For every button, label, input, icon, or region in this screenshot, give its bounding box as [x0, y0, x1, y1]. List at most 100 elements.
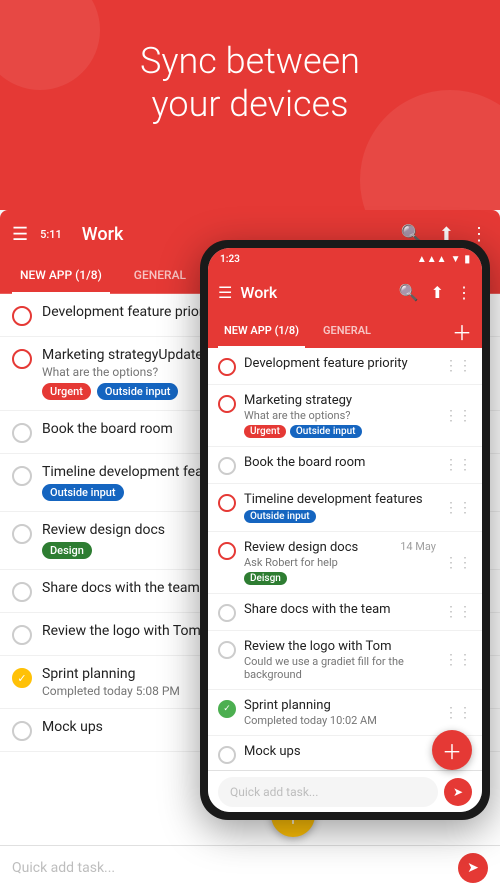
phone-fab-button[interactable]: ＋ — [432, 730, 472, 770]
phone-item-title-3: Book the board room — [244, 455, 436, 470]
phone-item-content-9: Mock ups — [244, 744, 436, 759]
tablet-tab-general[interactable]: GENERAL — [126, 258, 194, 294]
phone-item-tags-5: Deisgn — [244, 572, 436, 585]
phone-item-content-7: Review the logo with Tom Could we use a … — [244, 639, 436, 681]
phone-status-icons: ▲▲▲ ▼ ▮ — [417, 254, 470, 265]
phone-item-meta-5: Review design docs 14 May — [244, 540, 436, 555]
phone-tag-outside-2: Outside input — [290, 425, 362, 438]
phone-quick-add-input[interactable]: Quick add task... — [218, 777, 438, 807]
phone-item-date-5: 14 May — [400, 540, 436, 553]
phone-item-content-4: Timeline development features Outside in… — [244, 492, 436, 523]
tablet-tag-outside: Outside input — [97, 383, 179, 400]
tablet-quick-add-input[interactable]: Quick add task... — [12, 860, 450, 876]
tablet-send-button[interactable]: ➤ — [458, 853, 488, 883]
phone-drag-8[interactable]: ⋮⋮ — [444, 705, 472, 721]
phone-item-title-5: Review design docs — [244, 540, 358, 555]
phone-send-button[interactable]: ➤ — [444, 778, 472, 806]
phone-tab-general[interactable]: GENERAL — [317, 314, 377, 348]
phone-item-content-3: Book the board room — [244, 455, 436, 470]
phone-tag-outside-4: Outside input — [244, 510, 316, 523]
phone-item-title-7: Review the logo with Tom — [244, 639, 436, 654]
phone-item-content-8: Sprint planning Completed today 10:02 AM — [244, 698, 436, 727]
tablet-item-circle-5[interactable] — [12, 524, 32, 544]
phone-item-subtitle-5: Ask Robert for help — [244, 556, 436, 569]
phone-drag-5[interactable]: ⋮⋮ — [444, 555, 472, 571]
tablet-item-circle-4[interactable] — [12, 466, 32, 486]
phone-drag-6[interactable]: ⋮⋮ — [444, 604, 472, 620]
phone-circle-4[interactable] — [218, 494, 236, 512]
tablet-item-circle-2[interactable] — [12, 349, 32, 369]
phone-tab-add-icon[interactable]: ＋ — [452, 317, 472, 346]
tablet-item-circle-3[interactable] — [12, 423, 32, 443]
phone-status-time: 1:23 — [220, 254, 417, 265]
phone-battery-icon: ▮ — [464, 254, 470, 265]
phone-app-title: Work — [240, 283, 390, 302]
tablet-item-circle-1[interactable] — [12, 306, 32, 326]
phone-circle-8[interactable]: ✓ — [218, 700, 236, 718]
phone-list-item-8: ✓ Sprint planning Completed today 10:02 … — [208, 690, 482, 736]
phone-item-title-4: Timeline development features — [244, 492, 436, 507]
phone-tabs: NEW APP (1/8) GENERAL ＋ — [208, 314, 482, 348]
phone-item-content-1: Development feature priority — [244, 356, 436, 371]
phone-device: 1:23 ▲▲▲ ▼ ▮ ☰ Work 🔍 ⬆ ⋮ NEW APP ( — [200, 240, 490, 820]
phone-item-content-5: Review design docs 14 May Ask Robert for… — [244, 540, 436, 585]
phone-item-tags-2: Urgent Outside input — [244, 425, 436, 438]
phone-screen: 1:23 ▲▲▲ ▼ ▮ ☰ Work 🔍 ⬆ ⋮ NEW APP ( — [208, 248, 482, 812]
phone-tag-urgent-2: Urgent — [244, 425, 286, 438]
phone-drag-7[interactable]: ⋮⋮ — [444, 652, 472, 668]
phone-list-item-1: Development feature priority ⋮⋮ — [208, 348, 482, 385]
phone-more-icon[interactable]: ⋮ — [456, 283, 472, 302]
phone-share-icon[interactable]: ⬆ — [431, 283, 444, 302]
phone-item-title-8: Sprint planning — [244, 698, 436, 713]
hero-section: Sync between your devices — [0, 0, 500, 210]
phone-list-item-6: Share docs with the team ⋮⋮ — [208, 594, 482, 631]
phone-item-title-1: Development feature priority — [244, 356, 436, 371]
phone-circle-2[interactable] — [218, 395, 236, 413]
phone-circle-9[interactable] — [218, 746, 236, 764]
phone-wifi-icon: ▼ — [451, 254, 461, 265]
phone-item-subtitle-2: What are the options? — [244, 409, 436, 422]
phone-action-icons: 🔍 ⬆ ⋮ — [399, 283, 472, 302]
phone-topbar: ☰ Work 🔍 ⬆ ⋮ — [208, 270, 482, 314]
tablet-item-circle-9[interactable] — [12, 721, 32, 741]
phone-drag-3[interactable]: ⋮⋮ — [444, 457, 472, 473]
phone-circle-6[interactable] — [218, 604, 236, 622]
tablet-item-circle-7[interactable] — [12, 625, 32, 645]
phone-list-item-2: Marketing strategy What are the options?… — [208, 385, 482, 447]
phone-search-icon[interactable]: 🔍 — [399, 283, 419, 302]
tablet-status-time: 5:11 — [40, 228, 62, 241]
phone-list-item-4: Timeline development features Outside in… — [208, 484, 482, 532]
tablet-tag-urgent: Urgent — [42, 383, 91, 400]
tablet-tab-newapp[interactable]: NEW APP (1/8) — [12, 258, 110, 294]
tablet-item-circle-6[interactable] — [12, 582, 32, 602]
phone-status-bar: 1:23 ▲▲▲ ▼ ▮ — [208, 248, 482, 270]
phone-drag-1[interactable]: ⋮⋮ — [444, 358, 472, 374]
phone-list: Development feature priority ⋮⋮ Marketin… — [208, 348, 482, 770]
phone-quick-add: Quick add task... ➤ — [208, 770, 482, 812]
phone-circle-5[interactable] — [218, 542, 236, 560]
phone-list-item-7: Review the logo with Tom Could we use a … — [208, 631, 482, 690]
tablet-menu-icon[interactable]: ☰ — [12, 224, 28, 245]
device-area: ☰ 5:11 Work 🔍 ⬆ ⋮ NEW APP (1/8) GENERAL … — [0, 210, 500, 889]
phone-list-item-5: Review design docs 14 May Ask Robert for… — [208, 532, 482, 594]
phone-item-tags-4: Outside input — [244, 510, 436, 523]
tablet-tag-outside-4: Outside input — [42, 484, 124, 501]
tablet-item-circle-8[interactable]: ✓ — [12, 668, 32, 688]
phone-item-title-9: Mock ups — [244, 744, 436, 759]
phone-circle-3[interactable] — [218, 457, 236, 475]
phone-circle-7[interactable] — [218, 641, 236, 659]
phone-tag-design-5: Deisgn — [244, 572, 287, 585]
phone-menu-icon[interactable]: ☰ — [218, 283, 232, 302]
hero-title: Sync between your devices — [20, 40, 480, 126]
phone-circle-1[interactable] — [218, 358, 236, 376]
phone-list-item-3: Book the board room ⋮⋮ — [208, 447, 482, 484]
phone-tab-newapp[interactable]: NEW APP (1/8) — [218, 314, 305, 348]
tablet-tag-design-5: Design — [42, 542, 92, 559]
phone-item-subtitle-7: Could we use a gradiet fill for the back… — [244, 655, 436, 681]
tablet-quick-add: Quick add task... ➤ — [0, 845, 500, 889]
phone-drag-4[interactable]: ⋮⋮ — [444, 500, 472, 516]
phone-drag-2[interactable]: ⋮⋮ — [444, 408, 472, 424]
phone-item-content-6: Share docs with the team — [244, 602, 436, 617]
phone-signal-icon: ▲▲▲ — [417, 254, 447, 265]
phone-item-title-2: Marketing strategy — [244, 393, 436, 408]
